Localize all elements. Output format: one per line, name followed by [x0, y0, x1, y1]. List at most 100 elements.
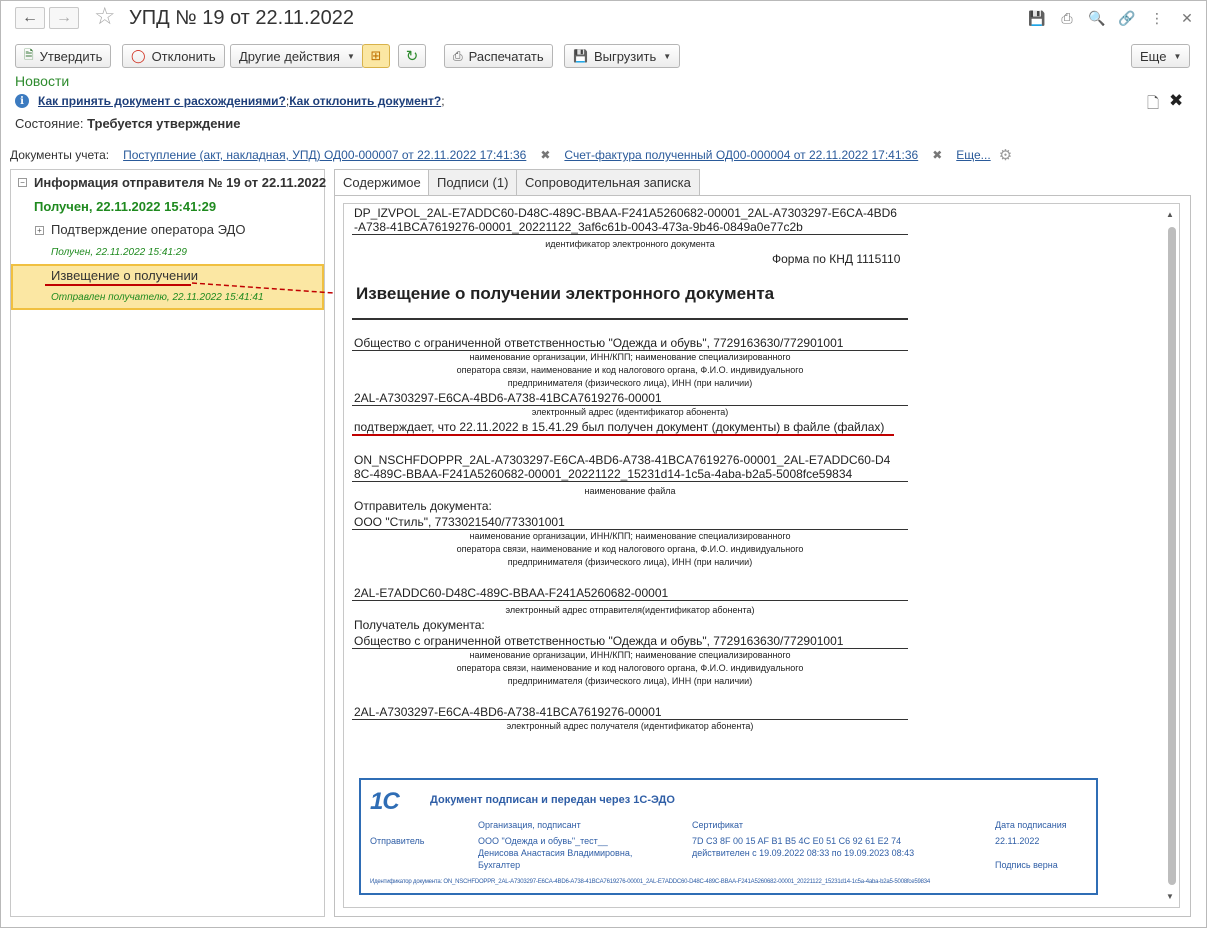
preview-icon[interactable]: 🔍: [1087, 9, 1107, 27]
file-name-2: 8C-489C-BBAA-F241A5260682-00001_20221122…: [354, 467, 853, 481]
file-name-1: ON_NSCHFDOPPR_2AL-A7303297-E6CA-4BD6-A73…: [354, 453, 891, 467]
info-icon: i: [15, 94, 29, 108]
stamp-org-1: ООО "Одежда и обувь"_тест__: [478, 836, 608, 846]
remove-link-icon[interactable]: ✖: [932, 148, 942, 162]
stamp-cert-2: действителен с 19.09.2022 08:33 по 19.09…: [692, 848, 915, 858]
doc-link-receipt[interactable]: Поступление (акт, накладная, УПД) ОД00-0…: [123, 148, 526, 162]
link-icon[interactable]: 🔗: [1117, 9, 1137, 27]
help-link-reject[interactable]: Как отклонить документ?: [289, 94, 441, 108]
tree-item-operator-status: Получен, 22.11.2022 15:41:29: [51, 247, 187, 258]
stamp-col-cert: Сертификат: [692, 820, 743, 830]
approve-label: Утвердить: [39, 48, 103, 64]
scroll-thumb[interactable]: [1168, 227, 1176, 885]
save-icon[interactable]: 💾: [1027, 9, 1047, 27]
tab-content[interactable]: Содержимое: [334, 169, 430, 196]
recipient-address-caption: электронный адрес получателя (идентифика…: [506, 721, 754, 731]
back-arrow-icon[interactable]: ←: [15, 7, 45, 29]
approve-button[interactable]: 🗎 Утвердить: [15, 44, 112, 68]
stamp-valid: Подпись верна: [995, 860, 1058, 870]
dropdown-arrow-icon: ▼: [346, 51, 355, 61]
sender-name: ООО "Стиль", 7733021540/773301001: [354, 515, 565, 529]
reject-circle-icon: ◯: [131, 48, 146, 63]
sender-label: Отправитель документа:: [354, 499, 492, 513]
tree-root-status: Получен, 22.11.2022 15:41:29: [34, 199, 217, 214]
gear-icon[interactable]: ⚙: [999, 146, 1012, 164]
news-link[interactable]: Новости: [15, 73, 69, 89]
other-actions-label: Другие действия: [239, 48, 340, 64]
org-caption-2: оператора связи, наименование и код нало…: [456, 365, 804, 375]
tree-item-notice[interactable]: Извещение о получении: [51, 268, 198, 283]
favorite-star-icon[interactable]: ☆: [94, 5, 116, 29]
dropdown-arrow-icon: ▼: [663, 51, 672, 61]
print-button[interactable]: ⎙ Распечатать: [444, 44, 553, 68]
forward-arrow-icon[interactable]: →: [49, 7, 79, 29]
refresh-icon: ↻: [405, 48, 419, 65]
docs-more-link[interactable]: Еще...: [956, 148, 990, 162]
sender-caption-1: наименование организации, ИНН/КПП; наиме…: [469, 531, 791, 541]
printer-icon: ⎙: [453, 48, 463, 63]
recipient-name: Общество с ограниченной ответственностью…: [354, 634, 844, 648]
address-caption: электронный адрес (идентификатор абонент…: [531, 407, 729, 417]
title-bar: ← → ☆ УПД № 19 от 22.11.2022 💾 ⎙ 🔍 🔗 ⋮ ✕: [0, 0, 1207, 38]
1c-logo: 1С: [370, 788, 400, 815]
state-label: Состояние:: [15, 116, 84, 131]
file-caption: наименование файла: [584, 486, 676, 496]
tab-signatures[interactable]: Подписи (1): [428, 169, 518, 195]
sender-address-caption: электронный адрес отправителя(идентифика…: [505, 605, 755, 615]
more-button[interactable]: Еще ▼: [1131, 44, 1191, 68]
annotation-underline: [352, 434, 894, 436]
stamp-col-date: Дата подписания: [995, 820, 1067, 830]
stamp-cert-1: 7D C3 8F 00 15 AF B1 B5 4C E0 51 C6 92 6…: [692, 836, 902, 846]
sender-caption-3: предпринимателя (физического лица), ИНН …: [507, 557, 753, 567]
export-label: Выгрузить: [593, 48, 657, 64]
print-icon[interactable]: ⎙: [1057, 9, 1077, 27]
divider: [352, 481, 908, 482]
stamp-date: 22.11.2022: [995, 836, 1040, 846]
reject-label: Отклонить: [151, 48, 216, 64]
sender-address: 2AL-E7ADDC60-D48C-489C-BBAA-F241A5260682…: [354, 586, 669, 600]
window-title: УПД № 19 от 22.11.2022: [129, 7, 355, 29]
recipient-address: 2AL-A7303297-E6CA-4BD6-A738-41BCA7619276…: [354, 705, 662, 719]
sender-caption-2: оператора связи, наименование и код нало…: [456, 544, 804, 554]
export-button[interactable]: 💾 Выгрузить ▼: [564, 44, 681, 68]
divider: [352, 318, 908, 320]
close-icon[interactable]: ✕: [1177, 9, 1197, 27]
notes-icon[interactable]: 🗋: [1147, 93, 1159, 118]
recipient-caption-3: предпринимателя (физического лица), ИНН …: [507, 676, 753, 686]
help-link-accept[interactable]: Как принять документ с расхождениями?: [38, 94, 286, 108]
dropdown-arrow-icon: ▼: [1173, 51, 1182, 61]
more-menu-icon[interactable]: ⋮: [1147, 9, 1167, 27]
org-address: 2AL-A7303297-E6CA-4BD6-A738-41BCA7619276…: [354, 391, 662, 405]
tree-root[interactable]: Информация отправителя № 19 от 22.11.202…: [34, 175, 326, 190]
doc-heading: Извещение о получении электронного докум…: [356, 284, 775, 303]
expand-icon[interactable]: +: [35, 226, 44, 235]
collapse-icon[interactable]: −: [18, 178, 27, 187]
state-row: Состояние: Требуется утверждение: [15, 116, 241, 131]
refresh-button[interactable]: ↻: [398, 44, 426, 68]
recipient-caption-2: оператора связи, наименование и код нало…: [456, 663, 804, 673]
tree-item-operator-confirm[interactable]: Подтверждение оператора ЭДО: [51, 222, 245, 237]
accounting-docs-row: Документы учета: Поступление (акт, накла…: [10, 146, 1012, 164]
org-name: Общество с ограниченной ответственностью…: [354, 336, 844, 350]
divider: [352, 350, 908, 351]
scroll-up-icon[interactable]: ▲: [1166, 210, 1174, 219]
other-actions-button[interactable]: Другие действия ▼: [230, 44, 364, 68]
hierarchy-icon: ⊞: [370, 48, 382, 63]
recipient-caption-1: наименование организации, ИНН/КПП; наиме…: [469, 650, 791, 660]
reject-button[interactable]: ◯ Отклонить: [122, 44, 225, 68]
close-info-icon[interactable]: ✖: [1169, 91, 1183, 111]
scroll-down-icon[interactable]: ▼: [1166, 892, 1174, 901]
form-code: Форма по КНД 1115110: [772, 252, 901, 266]
divider: [352, 600, 908, 601]
doc-link-invoice[interactable]: Счет-фактура полученный ОД00-000004 от 2…: [564, 148, 918, 162]
tab-cover-note[interactable]: Сопроводительная записка: [516, 169, 700, 195]
remove-link-icon[interactable]: ✖: [540, 148, 550, 162]
stamp-doc-id: Идентификатор документа: ON_NSCHFDOPPR_2…: [370, 879, 931, 885]
more-label: Еще: [1140, 48, 1167, 64]
doc-id-line-2: -A738-41BCA7619276-00001_20221122_3af6c6…: [354, 220, 803, 234]
structure-button[interactable]: ⊞: [362, 44, 390, 68]
recipient-label: Получатель документа:: [354, 618, 485, 632]
docs-label: Документы учета:: [10, 148, 110, 162]
stamp-org-3: Бухгалтер: [478, 860, 521, 870]
confirm-text: подтверждает, что 22.11.2022 в 15.41.29 …: [354, 420, 885, 434]
